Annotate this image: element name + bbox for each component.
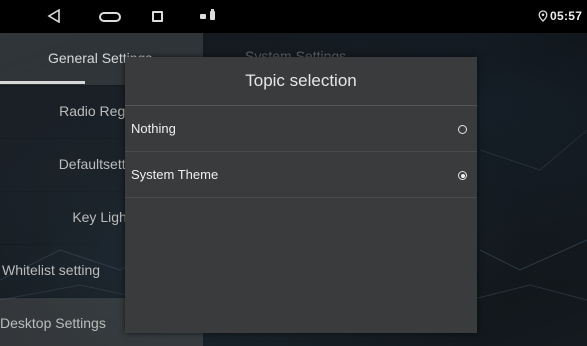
home-icon[interactable]	[99, 12, 121, 22]
sidebar-item-label: Whitelist setting	[2, 262, 101, 278]
dialog-title: Topic selection	[125, 57, 477, 106]
option-label: Nothing	[131, 121, 176, 136]
option-label: System Theme	[131, 167, 219, 182]
status-bar: 05:57	[0, 0, 587, 33]
recent-apps-icon[interactable]	[152, 11, 163, 22]
sidebar-item-label: Desktop Settings	[0, 315, 106, 331]
clock-time: 05:57	[550, 9, 583, 23]
radio-button-selected[interactable]	[458, 171, 467, 180]
topic-selection-dialog: Topic selection Nothing System Theme	[125, 57, 477, 333]
active-tab-indicator	[0, 81, 85, 84]
radio-button[interactable]	[458, 125, 467, 134]
notification-icon	[200, 14, 206, 19]
option-nothing[interactable]: Nothing	[125, 106, 477, 152]
location-icon	[538, 10, 548, 22]
back-icon[interactable]	[47, 9, 61, 23]
option-system-theme[interactable]: System Theme	[125, 152, 477, 198]
battery-icon	[210, 9, 215, 20]
